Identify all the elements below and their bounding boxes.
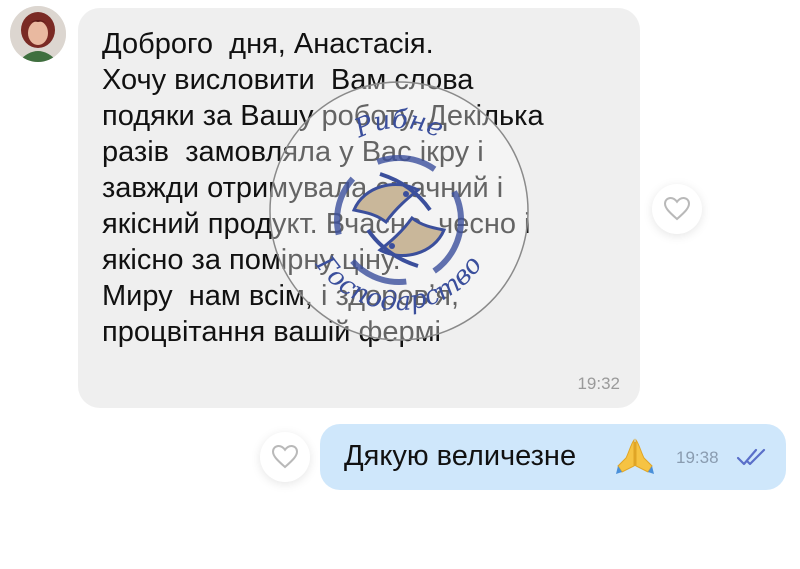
praying-hands-icon (616, 438, 654, 474)
read-double-check-icon (736, 448, 766, 466)
heart-icon (663, 196, 691, 221)
outgoing-message-bubble[interactable]: Дякую величезне 19:38 (320, 424, 786, 490)
message-line: якісний продукт. Вчасно, чесно і (102, 208, 531, 240)
message-line: якісно за помірну ціну. (102, 244, 401, 276)
heart-icon (271, 444, 299, 469)
message-line: разів замовляла у Вас ікру і (102, 136, 484, 168)
message-line: процвітання вашій фермі (102, 316, 441, 348)
message-line: Миру нам всім, і здоровʼя, (102, 280, 460, 312)
outgoing-message-text: Дякую величезне (344, 440, 577, 472)
incoming-message-time: 19:32 (577, 374, 620, 393)
avatar-photo (10, 6, 66, 62)
message-line: завжди отримувала смачний і (102, 172, 504, 204)
incoming-message-text: Доброго дня, Анастасія. Хочу висловити В… (102, 26, 620, 350)
message-line: Доброго дня, Анастасія. (102, 28, 434, 60)
incoming-message-bubble[interactable]: Доброго дня, Анастасія. Хочу висловити В… (78, 8, 640, 408)
react-heart-button-outgoing[interactable] (260, 432, 310, 482)
message-line: Хочу висловити Вам слова (102, 64, 474, 96)
avatar[interactable] (10, 6, 66, 62)
react-heart-button[interactable] (652, 184, 702, 234)
message-line: подяки за Вашу роботу. Декілька (102, 100, 544, 132)
outgoing-message-time: 19:38 (676, 448, 719, 467)
